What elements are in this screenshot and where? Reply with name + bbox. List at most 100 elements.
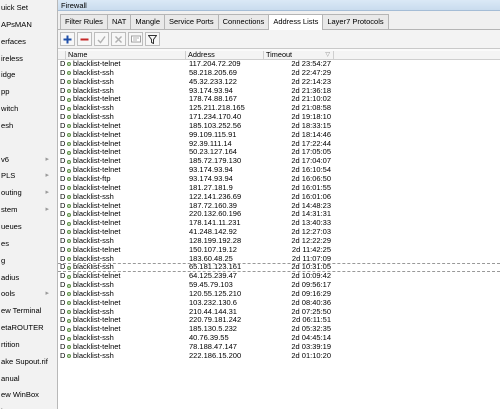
- address-cell: 45.32.233.122: [189, 77, 237, 86]
- submenu-arrow-icon: ▸: [45, 290, 49, 298]
- dynamic-flag: D: [60, 166, 66, 175]
- empty-column-header: [334, 51, 500, 59]
- table-row[interactable]: Dblacklist-telnet 181.27.181.9 2d 16:01:55: [58, 184, 500, 193]
- sidebar-item[interactable]: ew Terminal: [0, 303, 57, 320]
- sidebar-item[interactable]: it: [0, 404, 57, 409]
- sidebar-item[interactable]: adius: [0, 270, 57, 287]
- sidebar-item[interactable]: idge: [0, 67, 57, 84]
- table-row[interactable]: Dblacklist-telnet 50.23.127.164 2d 17:05:0…: [58, 148, 500, 157]
- table-row[interactable]: Dblacklist-telnet 178.74.88.167 2d 21:10:0…: [58, 95, 500, 104]
- table-row[interactable]: Dblacklist-telnet 185.103.252.56 2d 18:33:…: [58, 122, 500, 131]
- timeout-cell: 2d 16:01:55: [291, 183, 331, 192]
- disable-button[interactable]: [111, 32, 126, 46]
- enable-button[interactable]: [94, 32, 109, 46]
- table-row[interactable]: Dblacklist-ssh 40.76.39.55 2d 04:45:14: [58, 334, 500, 343]
- table-row[interactable]: Dblacklist-ssh 222.186.15.200 2d 01:10:20: [58, 352, 500, 361]
- dynamic-flag: D: [60, 192, 66, 201]
- sidebar-item[interactable]: ireless: [0, 51, 57, 68]
- sidebar-item[interactable]: etaROUTER: [0, 320, 57, 337]
- tab-mangle[interactable]: Mangle: [130, 14, 165, 29]
- table-row[interactable]: Dblacklist-telnet 64.125.239.47 2d 10:09:4…: [58, 272, 500, 281]
- table-row[interactable]: Dblacklist-ssh 93.174.93.94 2d 21:36:18: [58, 87, 500, 96]
- tab-service-ports[interactable]: Service Ports: [164, 14, 219, 29]
- sidebar-item[interactable]: PLS ▸: [0, 168, 57, 185]
- address-cell: 183.60.48.25: [189, 254, 233, 263]
- dynamic-flag: D: [60, 264, 66, 272]
- table-row[interactable]: Dblacklist-ssh 171.234.170.40 2d 19:18:10: [58, 113, 500, 122]
- table-row[interactable]: Dblacklist-ftp 93.174.93.94 2d 16:06:50: [58, 175, 500, 184]
- dynamic-flag: D: [60, 201, 66, 210]
- sidebar-item-label: ake Supout.rif: [1, 356, 48, 366]
- timeout-column-header[interactable]: Timeout ▽: [264, 51, 334, 59]
- table-row[interactable]: Dblacklist-telnet 185.72.179.130 2d 17:04:…: [58, 157, 500, 166]
- sidebar-item[interactable]: witch: [0, 101, 57, 118]
- table-row[interactable]: Dblacklist-telnet 78.188.47.147 2d 03:39:1…: [58, 343, 500, 352]
- table-row[interactable]: Dblacklist-ssh 128.199.192.28 2d 12:22:29: [58, 237, 500, 246]
- empty-cell: [334, 78, 500, 87]
- address-list-icon: [67, 203, 71, 208]
- sidebar-item[interactable]: ew WinBox: [0, 387, 57, 404]
- sidebar-item[interactable]: g: [0, 253, 57, 270]
- add-button[interactable]: [60, 32, 75, 46]
- table-row[interactable]: Dblacklist-telnet 220.132.60.196 2d 14:31:…: [58, 210, 500, 219]
- table-row[interactable]: Dblacklist-telnet 185.130.5.232 2d 05:32:3…: [58, 325, 500, 334]
- tab-address-lists[interactable]: Address Lists: [268, 14, 324, 30]
- name-column-header[interactable]: Name: [66, 51, 186, 59]
- table-row[interactable]: Dblacklist-telnet 93.174.93.94 2d 16:10:54: [58, 166, 500, 175]
- list-name-text: blacklist-telnet: [73, 325, 121, 334]
- sidebar-item[interactable]: APsMAN: [0, 17, 57, 34]
- sidebar-item-label: etaROUTER: [1, 323, 44, 333]
- table-row[interactable]: Dblacklist-ssh 58.218.205.69 2d 22:47:29: [58, 69, 500, 78]
- table-row[interactable]: Dblacklist-telnet 99.109.115.91 2d 18:14:4…: [58, 131, 500, 140]
- table-row[interactable]: Dblacklist-ssh 122.141.236.69 2d 16:01:06: [58, 193, 500, 202]
- remove-button[interactable]: [77, 32, 92, 46]
- table-row[interactable]: Dblacklist-ssh 125.211.218.165 2d 21:08:58: [58, 104, 500, 113]
- table-row[interactable]: Dblacklist-telnet 117.204.72.209 2d 23:54:…: [58, 60, 500, 69]
- filter-button[interactable]: [145, 32, 160, 46]
- sidebar-item[interactable]: ueues: [0, 219, 57, 236]
- empty-cell: [334, 308, 500, 317]
- timeout-cell: 2d 05:32:35: [291, 325, 331, 334]
- timeout-cell: 2d 22:47:29: [291, 68, 331, 77]
- address-cell: 128.199.192.28: [189, 236, 242, 245]
- sidebar-item-label: ew Terminal: [1, 306, 42, 316]
- table-row[interactable]: Dblacklist-telnet 41.248.142.92 2d 12:27:0…: [58, 228, 500, 237]
- sidebar-item[interactable]: ools ▸: [0, 286, 57, 303]
- tab-connections[interactable]: Connections: [217, 14, 270, 29]
- tab-filter-rules[interactable]: Filter Rules: [60, 14, 108, 29]
- table-row[interactable]: Dblacklist-telnet 178.141.11.231 2d 13:40:…: [58, 219, 500, 228]
- sidebar-item-label: outing: [1, 188, 22, 198]
- sidebar-item[interactable]: ake Supout.rif: [0, 354, 57, 371]
- table-row[interactable]: Dblacklist-telnet 103.232.130.6 2d 08:40:3…: [58, 299, 500, 308]
- sidebar-item[interactable]: erfaces: [0, 34, 57, 51]
- table-row[interactable]: Dblacklist-telnet 150.107.19.12 2d 11:42:2…: [58, 246, 500, 255]
- flag-column-header[interactable]: [58, 51, 66, 59]
- list-name-text: blacklist-ssh: [73, 307, 114, 316]
- table-row[interactable]: Dblacklist-ssh 183.60.48.25 2d 11:07:09: [58, 255, 500, 264]
- list-name-text: blacklist-ssh: [73, 113, 114, 122]
- sidebar-item[interactable]: [0, 135, 57, 152]
- tab-nat[interactable]: NAT: [106, 14, 132, 29]
- sidebar-item[interactable]: uick Set: [0, 0, 57, 17]
- table-row[interactable]: Dblacklist-ssh 45.32.233.122 2d 22:14:23: [58, 78, 500, 87]
- table-row[interactable]: Dblacklist-ssh 59.45.79.103 2d 09:56:17: [58, 281, 500, 290]
- sidebar-item[interactable]: rtition: [0, 337, 57, 354]
- table-row[interactable]: Dblacklist-ssh 210.44.144.31 2d 07:25:50: [58, 308, 500, 317]
- table-row[interactable]: Dblacklist-telnet 92.39.111.14 2d 17:22:44: [58, 140, 500, 149]
- table-row[interactable]: Dblacklist-ssh 120.55.125.210 2d 09:16:29: [58, 290, 500, 299]
- comment-button[interactable]: [128, 32, 143, 46]
- address-column-header[interactable]: Address: [186, 51, 264, 59]
- sidebar-item[interactable]: esh: [0, 118, 57, 135]
- table-row[interactable]: Dblacklist-telnet 220.79.181.242 2d 06:11:…: [58, 316, 500, 325]
- sidebar-item[interactable]: pp: [0, 84, 57, 101]
- table-row[interactable]: Dblacklist-telnet 187.72.160.39 2d 14:48:2…: [58, 202, 500, 211]
- list-name-cell: blacklist-telnet: [66, 219, 186, 228]
- sidebar-item[interactable]: es: [0, 236, 57, 253]
- sidebar-item[interactable]: outing ▸: [0, 185, 57, 202]
- timeout-cell: 2d 09:56:17: [291, 281, 331, 290]
- sidebar-item[interactable]: stem ▸: [0, 202, 57, 219]
- table-row[interactable]: Dblacklist-ssh 65.181.123.161 2d 10:31:05: [58, 263, 500, 273]
- sidebar-item[interactable]: v6 ▸: [0, 152, 57, 169]
- sidebar-item[interactable]: anual: [0, 371, 57, 388]
- tab-layer7-protocols[interactable]: Layer7 Protocols: [322, 14, 389, 29]
